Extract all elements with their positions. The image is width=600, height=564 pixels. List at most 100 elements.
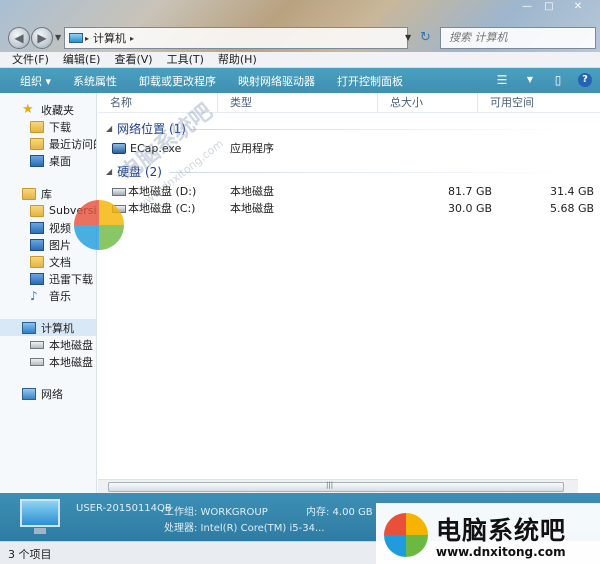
item-name: 本地磁盘 (C:) [128, 202, 196, 215]
nav-item-label: 迅雷下载 [49, 272, 93, 286]
network-icon [22, 387, 36, 400]
brand-title: 电脑系统吧 [436, 516, 567, 545]
minimize-button[interactable]: — [516, 0, 538, 14]
nav-libraries[interactable]: 库 [22, 185, 52, 202]
group-title: 硬盘 (2) [117, 164, 162, 179]
organize-button[interactable]: 组织 ▾ [20, 73, 51, 89]
nav-thunder-downloads[interactable]: 迅雷下载 [30, 270, 93, 287]
nav-item-label: 本地磁盘 (D [49, 355, 96, 369]
nav-favorites-label: 收藏夹 [41, 103, 74, 117]
nav-drive-d[interactable]: 本地磁盘 (D [30, 353, 96, 370]
item-type: 应用程序 [230, 142, 274, 155]
back-button[interactable]: ◀ [8, 27, 30, 49]
library-icon [22, 187, 36, 200]
search-box[interactable] [440, 27, 596, 49]
memory: 内存: 4.00 GB [306, 507, 373, 518]
column-free-space[interactable]: 可用空间 [478, 93, 600, 112]
nav-videos[interactable]: 视频 [30, 219, 71, 236]
scroll-grip-icon: ||| [326, 481, 334, 489]
nav-item-label: 文档 [49, 255, 71, 269]
search-input[interactable] [449, 31, 587, 44]
nav-downloads[interactable]: 下载 [30, 118, 71, 135]
breadcrumb-separator-icon[interactable]: ▸ [130, 34, 134, 43]
map-network-drive-button[interactable]: 映射网络驱动器 [238, 73, 315, 89]
nav-computer-label: 计算机 [41, 321, 74, 335]
workgroup: 工作组: WORKGROUP [164, 507, 268, 518]
nav-desktop[interactable]: 桌面 [30, 152, 71, 169]
collapse-chevron-icon[interactable]: ◢ [106, 124, 112, 133]
group-title: 网络位置 (1) [117, 121, 186, 136]
nav-music[interactable]: ♪ 音乐 [30, 287, 71, 304]
nav-item-label: 音乐 [49, 289, 71, 303]
nav-item-label: 桌面 [49, 154, 71, 168]
list-item[interactable]: 本地磁盘 (D:) 本地磁盘 81.7 GB 31.4 GB [98, 183, 600, 200]
nav-favorites[interactable]: ★ 收藏夹 [22, 101, 74, 118]
nav-drive-c[interactable]: 本地磁盘 (C [30, 336, 96, 353]
item-type: 本地磁盘 [230, 185, 274, 198]
list-item[interactable]: ECap.exe 应用程序 [98, 140, 600, 157]
collapse-chevron-icon[interactable]: ◢ [106, 167, 112, 176]
breadcrumb-separator-icon[interactable]: ▸ [85, 34, 89, 43]
menu-file[interactable]: 文件(F) [12, 52, 49, 67]
explorer-window: — □ ✕ ◀ ▶ ▼ ▸ 计算机 ▸ ▼ ↻ 文件(F) 编辑(E) 查看(V… [0, 0, 600, 564]
nav-item-label: 图片 [49, 238, 71, 252]
history-dropdown-icon[interactable]: ▼ [55, 33, 61, 42]
monitor-stand [34, 528, 46, 534]
group-hard-disks[interactable]: ◢ 硬盘 (2) [106, 163, 162, 179]
horizontal-scrollbar[interactable]: ||| [98, 479, 578, 493]
menu-edit[interactable]: 编辑(E) [63, 52, 101, 67]
drive-icon [112, 188, 126, 196]
refresh-icon[interactable]: ↻ [420, 30, 431, 45]
drive-icon [30, 340, 44, 349]
list-item[interactable]: 本地磁盘 (C:) 本地磁盘 30.0 GB 5.68 GB [98, 200, 600, 217]
downloads-folder-icon [30, 120, 44, 133]
nav-recent-places[interactable]: 最近访问的 [30, 135, 96, 152]
help-icon[interactable]: ? [578, 73, 592, 87]
group-network-locations[interactable]: ◢ 网络位置 (1) [106, 120, 186, 136]
menu-help[interactable]: 帮助(H) [218, 52, 257, 67]
nav-item-label: 视频 [49, 221, 71, 235]
brand-logo [384, 513, 428, 557]
view-options-icon[interactable]: ☰ [494, 72, 510, 88]
item-type: 本地磁盘 [230, 202, 274, 215]
title-bar: — □ ✕ ◀ ▶ ▼ ▸ 计算机 ▸ ▼ ↻ [0, 0, 600, 52]
nav-documents[interactable]: 文档 [30, 253, 71, 270]
breadcrumb-computer[interactable]: 计算机 [93, 30, 126, 46]
item-count: 3 个项目 [8, 548, 52, 561]
nav-item-label: 下载 [49, 120, 71, 134]
view-dropdown-icon[interactable]: ▼ [522, 72, 538, 88]
nav-network[interactable]: 网络 [22, 385, 63, 402]
item-free-space: 5.68 GB [550, 202, 595, 215]
item-name: ECap.exe [130, 142, 182, 155]
column-type[interactable]: 类型 [218, 93, 378, 112]
computer-name: USER-20150114QB [76, 503, 172, 514]
processor: 处理器: Intel(R) Core(TM) i5-34... [164, 523, 325, 534]
uninstall-program-button[interactable]: 卸载或更改程序 [139, 73, 216, 89]
computer-icon [20, 499, 60, 527]
column-total-size[interactable]: 总大小 [378, 93, 478, 112]
address-dropdown-icon[interactable]: ▼ [405, 33, 411, 42]
nav-computer[interactable]: 计算机 [0, 319, 96, 336]
system-properties-button[interactable]: 系统属性 [73, 73, 117, 89]
application-icon [112, 143, 126, 154]
nav-item-label: 最近访问的 [49, 137, 96, 151]
computer-icon [22, 321, 36, 334]
open-control-panel-button[interactable]: 打开控制面板 [337, 73, 403, 89]
close-button[interactable]: ✕ [560, 0, 596, 14]
preview-pane-icon[interactable]: ▯ [550, 72, 566, 88]
file-list: 名称 类型 总大小 可用空间 ◢ 网络位置 (1) ECap.exe 应用程序 … [98, 93, 600, 493]
nav-pictures[interactable]: 图片 [30, 236, 71, 253]
command-bar: 组织 ▾ 系统属性 卸载或更改程序 映射网络驱动器 打开控制面板 ☰ ▼ ▯ ? [0, 68, 600, 93]
forward-button[interactable]: ▶ [31, 27, 53, 49]
address-bar[interactable]: ▸ 计算机 ▸ [64, 27, 408, 49]
window-controls: — □ ✕ [516, 0, 596, 14]
scrollbar-thumb[interactable] [108, 482, 564, 492]
menu-tools[interactable]: 工具(T) [167, 52, 204, 67]
item-total-size: 81.7 GB [448, 185, 493, 198]
thunder-download-icon [30, 272, 44, 285]
menu-view[interactable]: 查看(V) [114, 52, 152, 67]
maximize-button[interactable]: □ [538, 0, 560, 14]
drive-icon [30, 357, 44, 366]
column-name[interactable]: 名称 [98, 93, 218, 112]
music-icon: ♪ [30, 288, 38, 303]
